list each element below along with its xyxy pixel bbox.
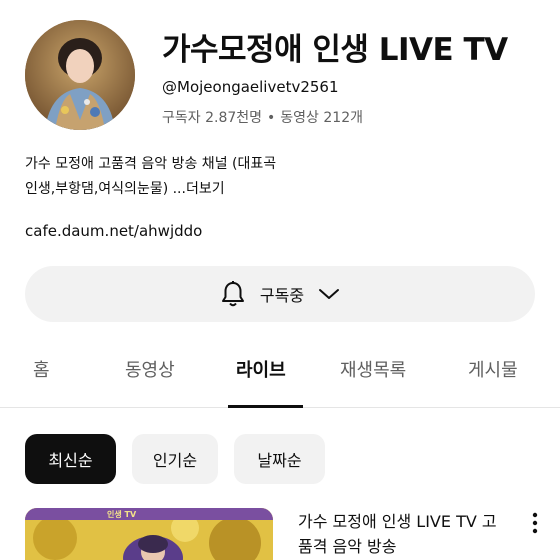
video-count: 동영상 212개 bbox=[280, 110, 363, 126]
subscribed-label: 구독중 bbox=[259, 286, 305, 305]
chevron-down-icon bbox=[318, 287, 340, 301]
channel-avatar[interactable] bbox=[25, 20, 135, 130]
channel-stats: 구독자 2.87천명 • 동영상 212개 bbox=[162, 107, 363, 127]
video-title[interactable]: 가수 모정애 인생 LIVE TV 고품격 음악 방송 bbox=[298, 509, 508, 559]
description-more-link[interactable]: 더보기 bbox=[186, 181, 225, 197]
channel-link[interactable]: cafe.daum.net/ahwjddo bbox=[25, 222, 202, 240]
channel-description[interactable]: 가수 모정애 고품격 음악 방송 채널 (대표곡 인생,부항댐,여식의눈물) .… bbox=[25, 152, 345, 202]
filter-date-chip[interactable]: 날짜순 bbox=[234, 434, 325, 484]
filter-popular-chip[interactable]: 인기순 bbox=[132, 434, 218, 484]
tab-videos[interactable]: 동영상 bbox=[125, 356, 175, 382]
filter-latest-chip[interactable]: 최신순 bbox=[25, 434, 116, 484]
description-line-2: 인생,부항댐,여식의눈물) ... bbox=[25, 181, 186, 197]
tab-home[interactable]: 홈 bbox=[33, 356, 50, 382]
subscriber-count: 구독자 2.87천명 bbox=[162, 110, 263, 126]
tab-playlists[interactable]: 재생목록 bbox=[340, 356, 406, 382]
channel-handle: @Mojeongaelivetv2561 bbox=[162, 78, 339, 96]
description-line-1: 가수 모정애 고품격 음악 방송 채널 (대표곡 bbox=[25, 156, 277, 172]
subscribed-button[interactable]: 구독중 bbox=[25, 266, 535, 322]
channel-tabs: 홈 동영상 라이브 재생목록 게시물 bbox=[0, 344, 560, 408]
tab-live[interactable]: 라이브 bbox=[236, 356, 286, 382]
more-vert-icon[interactable] bbox=[526, 510, 544, 536]
thumbnail-caption: 인생 TV bbox=[107, 510, 137, 519]
video-thumbnail[interactable]: 인생 TV bbox=[25, 508, 273, 560]
stats-separator: • bbox=[267, 110, 276, 126]
tab-posts[interactable]: 게시물 bbox=[468, 356, 518, 382]
channel-title: 가수모정애 인생 LIVE TV bbox=[162, 32, 508, 68]
active-tab-indicator bbox=[228, 405, 303, 408]
bell-icon bbox=[220, 280, 246, 308]
